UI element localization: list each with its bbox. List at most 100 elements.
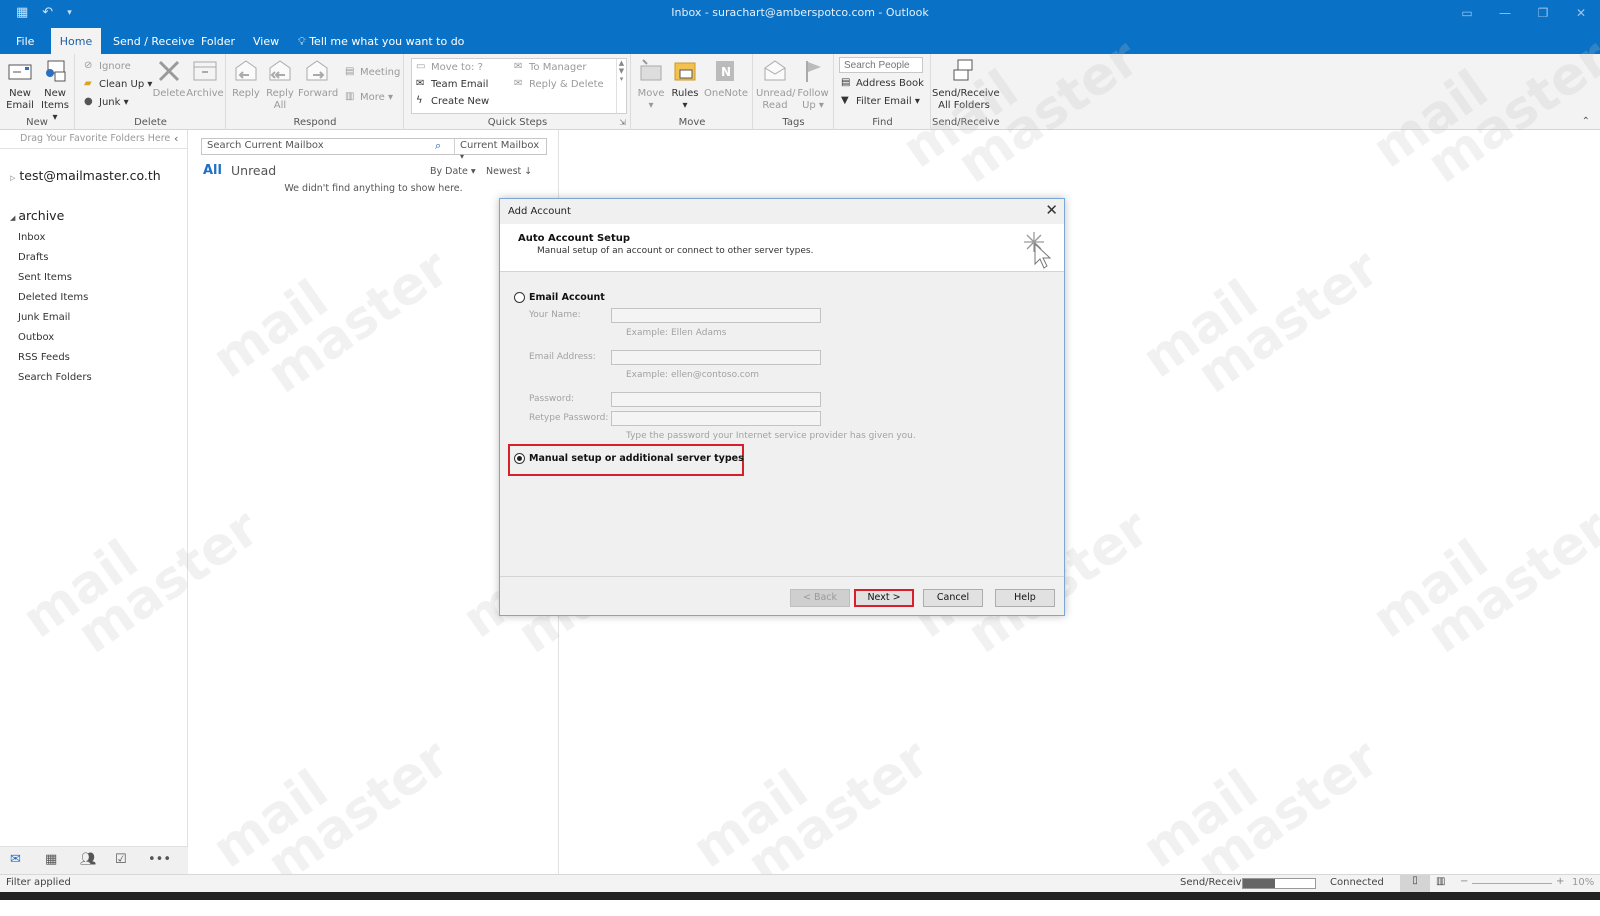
send-receive-progress xyxy=(1242,878,1316,889)
archive-node[interactable]: ◢ archive xyxy=(10,208,64,223)
folder-item[interactable]: Outbox xyxy=(18,332,54,343)
calendar-icon[interactable]: ▦ xyxy=(45,852,57,867)
restore-icon[interactable]: ❐ xyxy=(1524,0,1562,26)
account-node[interactable]: ▷ test@mailmaster.co.th xyxy=(10,168,161,183)
mail-icon[interactable]: ✉︎ xyxy=(10,852,21,867)
search-box[interactable]: Search Current Mailbox ⌕ Current Mailbox… xyxy=(201,138,547,161)
new-email-button[interactable]: New Email xyxy=(5,58,35,112)
meeting-button[interactable]: ▤ Meeting xyxy=(345,66,400,78)
onenote-button[interactable]: N OneNote xyxy=(704,58,748,100)
lightbulb-icon: 💡︎ xyxy=(298,35,306,48)
tell-me-search[interactable]: 💡︎ Tell me what you want to do xyxy=(298,28,464,54)
search-scope-dropdown[interactable]: Current Mailbox ▾ xyxy=(454,139,547,161)
sort-order-toggle[interactable]: Newest ↓ xyxy=(486,166,532,177)
search-input[interactable]: Search Current Mailbox xyxy=(207,140,324,151)
expand-triangle-icon[interactable]: ▷ xyxy=(10,174,15,182)
normal-view-icon[interactable]: ▯ xyxy=(1400,875,1430,892)
filter-all-tab[interactable]: All xyxy=(203,163,222,178)
manual-setup-radio[interactable]: Manual setup or additional server types xyxy=(514,453,744,464)
zoom-out-icon[interactable]: − xyxy=(1460,876,1468,887)
clean-up-button[interactable]: ▰ Clean Up ▾ xyxy=(84,78,152,90)
zoom-level: 10% xyxy=(1572,877,1595,888)
reply-button[interactable]: Reply xyxy=(230,58,262,100)
quick-steps-scrollbar[interactable]: ▲ ▼ ▾ xyxy=(616,59,626,113)
progress-fill xyxy=(1243,879,1276,888)
ribbon-display-options-icon[interactable]: ▭ xyxy=(1448,0,1486,26)
zoom-slider[interactable] xyxy=(1472,883,1552,884)
close-icon[interactable]: ✕ xyxy=(1562,0,1600,26)
group-label-find: Find xyxy=(872,117,893,128)
filter-email-button[interactable]: ▼ Filter Email ▾ xyxy=(841,95,920,107)
filter-unread-tab[interactable]: Unread xyxy=(231,163,276,178)
tab-file[interactable]: File xyxy=(16,28,34,54)
ignore-button[interactable]: ⊘ Ignore xyxy=(84,60,131,72)
folder-item[interactable]: Search Folders xyxy=(18,372,92,383)
dialog-footer-divider xyxy=(500,576,1064,577)
team-email-icon: ✉︎ xyxy=(416,78,425,89)
junk-button[interactable]: ● Junk ▾ xyxy=(84,96,129,108)
folder-item[interactable]: Junk Email xyxy=(18,312,70,323)
dialog-launcher-icon[interactable]: ⇲ xyxy=(619,118,626,127)
delete-button[interactable]: Delete xyxy=(152,58,186,100)
tab-folder[interactable]: Folder xyxy=(201,28,235,54)
your-name-field[interactable] xyxy=(611,308,821,323)
quick-step-reply-delete[interactable]: ✉︎ Reply & Delete xyxy=(514,78,604,90)
reply-delete-icon: ✉︎ xyxy=(514,78,523,89)
unread-read-button[interactable]: Unread/Read xyxy=(756,58,796,112)
radio-unselected[interactable] xyxy=(514,292,525,303)
reply-all-button[interactable]: Reply All xyxy=(264,58,296,112)
quick-step-team-email[interactable]: ✉︎ Team Email xyxy=(416,78,488,90)
rules-button[interactable]: Rules ▾ xyxy=(669,58,701,112)
people-icon[interactable]: 👥︎ xyxy=(80,852,97,867)
folder-item[interactable]: Drafts xyxy=(18,252,48,263)
folder-item[interactable]: Sent Items xyxy=(18,272,72,283)
folder-item[interactable]: RSS Feeds xyxy=(18,352,70,363)
collapse-triangle-icon[interactable]: ◢ xyxy=(10,214,15,222)
folder-item[interactable]: Inbox xyxy=(18,232,45,243)
empty-list-message: We didn't find anything to show here. xyxy=(284,183,463,194)
dialog-subheading: Manual setup of an account or connect to… xyxy=(537,246,814,256)
quick-step-move-to[interactable]: ▭ Move to: ? xyxy=(416,61,483,73)
tab-home[interactable]: Home xyxy=(51,28,101,54)
address-book-button[interactable]: ▤ Address Book xyxy=(841,77,924,89)
quick-step-to-manager[interactable]: ✉︎ To Manager xyxy=(514,61,587,73)
quick-step-create-new[interactable]: ϟ Create New xyxy=(416,95,489,107)
more-modules-icon[interactable]: ••• xyxy=(148,852,171,867)
search-icon[interactable]: ⌕ xyxy=(435,139,441,153)
collapse-folder-pane-icon[interactable]: ‹ xyxy=(174,132,178,145)
sort-by-dropdown[interactable]: By Date ▾ xyxy=(430,166,476,177)
more-respond-button[interactable]: ▥ More ▾ xyxy=(345,91,393,103)
zoom-in-icon[interactable]: + xyxy=(1556,876,1564,887)
retype-password-label: Retype Password: xyxy=(529,413,609,423)
dialog-close-icon[interactable]: ✕ xyxy=(1045,201,1058,219)
email-address-field[interactable] xyxy=(611,350,821,365)
collapse-ribbon-icon[interactable]: ⌃ xyxy=(1582,116,1590,127)
lightning-icon: ϟ xyxy=(416,95,423,106)
password-field[interactable] xyxy=(611,392,821,407)
cancel-button[interactable]: Cancel xyxy=(923,589,983,607)
junk-icon: ● xyxy=(84,96,93,107)
password-hint: Type the password your Internet service … xyxy=(626,431,916,441)
back-button[interactable]: < Back xyxy=(790,589,850,607)
minimize-icon[interactable]: — xyxy=(1486,0,1524,26)
archive-button[interactable]: Archive xyxy=(186,58,224,100)
tab-send-receive[interactable]: Send / Receive xyxy=(113,28,194,54)
folder-item[interactable]: Deleted Items xyxy=(18,292,88,303)
next-button[interactable]: Next > xyxy=(854,589,914,607)
tab-view[interactable]: View xyxy=(253,28,279,54)
window-title: Inbox - surachart@amberspotco.com - Outl… xyxy=(671,6,929,19)
help-button[interactable]: Help xyxy=(995,589,1055,607)
reading-view-icon[interactable]: ▥ xyxy=(1436,876,1445,887)
radio-selected[interactable] xyxy=(514,453,525,464)
email-account-radio[interactable]: Email Account xyxy=(514,292,605,303)
send-receive-all-button[interactable]: Send/Receive All Folders xyxy=(932,58,1000,112)
new-items-button[interactable]: New Items ▾ xyxy=(38,58,72,124)
retype-password-field[interactable] xyxy=(611,411,821,426)
forward-button[interactable]: Forward xyxy=(298,58,338,100)
move-button[interactable]: Move ▾ xyxy=(635,58,667,112)
follow-up-button[interactable]: Follow Up ▾ xyxy=(796,58,830,112)
tasks-icon[interactable]: ☑ xyxy=(115,852,127,867)
email-address-label: Email Address: xyxy=(529,352,596,362)
search-people-input[interactable] xyxy=(839,57,923,73)
reply-icon xyxy=(235,60,257,81)
